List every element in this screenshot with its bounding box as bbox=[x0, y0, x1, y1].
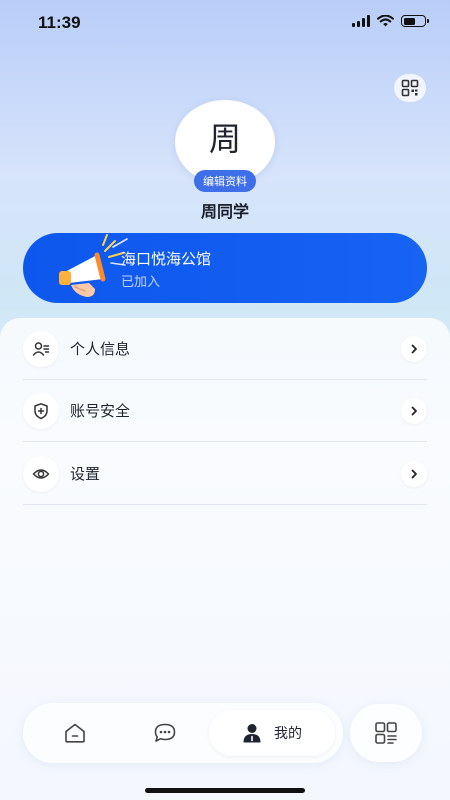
apps-button[interactable] bbox=[350, 704, 422, 762]
menu-item-account-security[interactable]: 账号安全 bbox=[23, 380, 427, 442]
tab-home[interactable] bbox=[51, 703, 99, 763]
tab-mine-label: 我的 bbox=[274, 725, 302, 741]
signal-icon bbox=[352, 15, 370, 27]
qr-code-icon bbox=[401, 79, 419, 97]
status-time: 11:39 bbox=[38, 13, 81, 32]
menu-item-settings[interactable]: 设置 bbox=[23, 443, 427, 505]
home-icon bbox=[65, 723, 85, 743]
status-icons bbox=[352, 15, 429, 27]
bottom-tab-bar: 我的 bbox=[23, 703, 343, 763]
menu-item-label: 个人信息 bbox=[70, 341, 131, 358]
tab-mine[interactable]: 我的 bbox=[209, 710, 335, 756]
shield-plus-icon bbox=[23, 392, 59, 429]
app-grid-icon bbox=[375, 722, 397, 744]
person-list-icon bbox=[23, 330, 59, 367]
chevron-right-icon bbox=[401, 397, 427, 424]
chevron-right-icon bbox=[401, 460, 427, 487]
organization-card[interactable]: 海口悦海公馆 已加入 bbox=[23, 233, 427, 303]
user-icon bbox=[243, 724, 261, 743]
battery-icon bbox=[401, 15, 429, 27]
eye-settings-icon bbox=[23, 455, 59, 492]
home-indicator bbox=[145, 788, 305, 793]
edit-profile-button[interactable]: 编辑资料 bbox=[194, 170, 256, 192]
profile-name: 周同学 bbox=[200, 204, 249, 221]
tab-messages[interactable] bbox=[141, 703, 189, 763]
avatar-initial: 周 bbox=[208, 121, 241, 157]
menu-item-label: 账号安全 bbox=[70, 403, 131, 420]
chat-bubble-icon bbox=[154, 723, 176, 742]
qr-code-button[interactable] bbox=[394, 74, 426, 102]
wifi-icon bbox=[377, 15, 394, 27]
chevron-right-icon bbox=[401, 335, 427, 362]
menu-item-label: 设置 bbox=[70, 466, 101, 483]
organization-status: 已加入 bbox=[121, 274, 161, 289]
organization-name: 海口悦海公馆 bbox=[121, 251, 212, 268]
menu-item-personal-info[interactable]: 个人信息 bbox=[23, 318, 427, 380]
status-bar: 11:39 bbox=[0, 0, 450, 46]
